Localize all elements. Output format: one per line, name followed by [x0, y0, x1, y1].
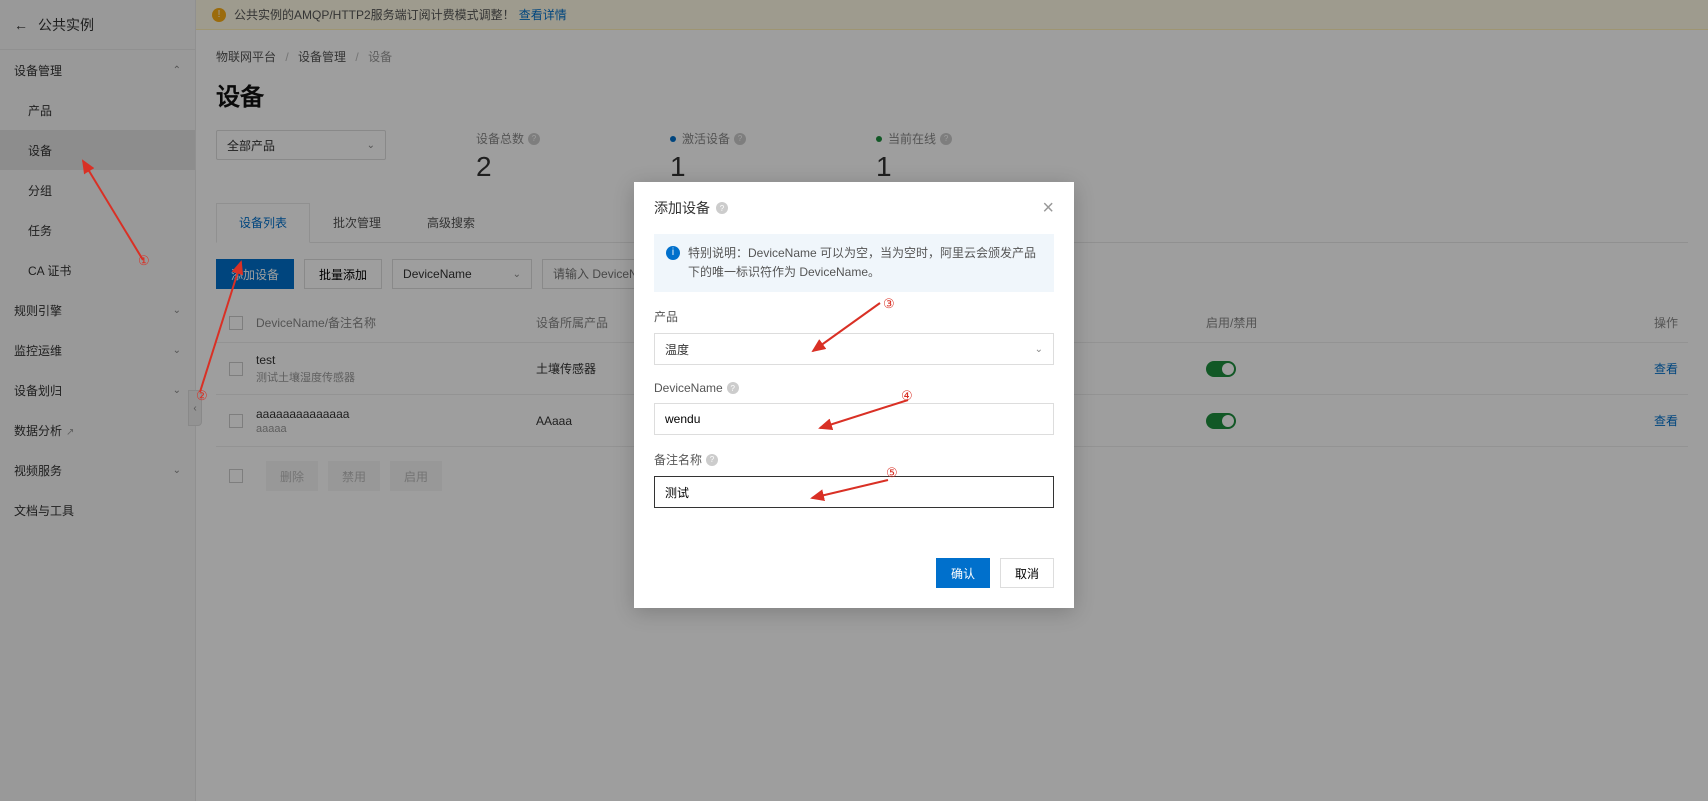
- alias-input-wrapper: [654, 476, 1054, 508]
- chevron-down-icon: ⌄: [1035, 344, 1043, 355]
- devicename-input[interactable]: [665, 412, 1043, 426]
- devicename-input-wrapper: [654, 403, 1054, 435]
- help-icon[interactable]: ?: [716, 202, 728, 214]
- cancel-button[interactable]: 取消: [1000, 558, 1054, 588]
- modal-title: 添加设备: [654, 198, 710, 218]
- alias-input[interactable]: [665, 485, 1043, 499]
- modal-info: i 特别说明：DeviceName 可以为空，当为空时，阿里云会颁发产品下的唯一…: [654, 234, 1054, 292]
- help-icon[interactable]: ?: [727, 382, 739, 394]
- help-icon[interactable]: ?: [706, 454, 718, 466]
- close-icon[interactable]: ×: [1042, 198, 1054, 218]
- product-select[interactable]: 温度 ⌄: [654, 333, 1054, 365]
- confirm-button[interactable]: 确认: [936, 558, 990, 588]
- devicename-label: DeviceName ?: [654, 381, 1054, 395]
- alias-label: 备注名称 ?: [654, 451, 1054, 468]
- info-icon: i: [666, 246, 680, 260]
- product-label: 产品: [654, 308, 1054, 325]
- add-device-modal: 添加设备 ? × i 特别说明：DeviceName 可以为空，当为空时，阿里云…: [634, 182, 1074, 608]
